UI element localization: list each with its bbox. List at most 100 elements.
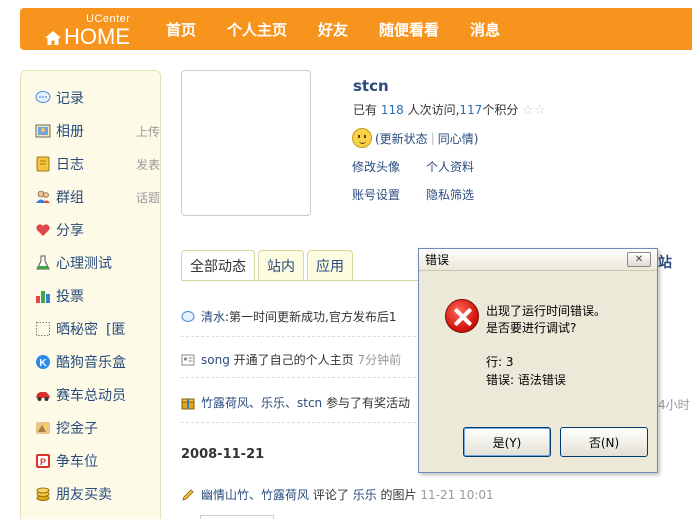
- avatar[interactable]: [181, 70, 311, 216]
- sidebar-sub-topics[interactable]: 话题: [136, 189, 160, 206]
- sidebar-item-label: 朋友买卖: [56, 487, 112, 503]
- sidebar-item-secrets[interactable]: 晒秘密 [匿: [35, 318, 125, 340]
- feed-item: 幽情山竹、竹露荷风 评论了 乐乐 的图片 11-21 10:01: [181, 486, 494, 503]
- nav-item-home[interactable]: 首页: [166, 19, 196, 40]
- feed-actor[interactable]: 幽情山竹、竹露荷风: [201, 486, 309, 503]
- tab-partial[interactable]: 站: [658, 252, 672, 272]
- points-count[interactable]: 117: [459, 103, 482, 117]
- no-button[interactable]: 否(N): [560, 427, 648, 457]
- tab-site[interactable]: 站内: [258, 250, 304, 280]
- dialog-title-bar: 错误 ✕: [419, 249, 657, 271]
- divider: [181, 336, 421, 337]
- dialog-line-number: 行: 3: [486, 355, 514, 369]
- nav-item-friends[interactable]: 好友: [318, 19, 348, 40]
- profile-username[interactable]: stcn: [353, 77, 389, 95]
- sidebar-item-label: 相册: [56, 124, 84, 140]
- id-card-icon: [181, 354, 195, 365]
- edit-avatar-link[interactable]: 修改头像: [352, 158, 400, 175]
- feed-text: :第一时间更新成功,官方发布后1: [225, 310, 397, 324]
- feed-actor[interactable]: song: [201, 353, 230, 367]
- feed-item: 清水 :第一时间更新成功,官方发布后1: [181, 308, 397, 325]
- parking-icon: P: [36, 454, 50, 468]
- points-suffix: 个积分: [482, 103, 519, 117]
- feed-text: 参与了有奖活动: [326, 396, 411, 410]
- privacy-filter-link[interactable]: 隐私筛选: [426, 186, 474, 203]
- nav-item-profile[interactable]: 个人主页: [227, 19, 287, 40]
- divider: [181, 377, 421, 378]
- pencil-icon: [182, 488, 194, 501]
- sidebar-item-blog[interactable]: 日志 发表: [35, 153, 160, 175]
- home-icon: [45, 31, 61, 45]
- feed-actor[interactable]: 竹露荷风、乐乐、stcn: [201, 394, 322, 411]
- music-icon: K: [36, 355, 50, 369]
- sidebar-item-label: 挖金子: [56, 421, 98, 437]
- feed-text: 的图片: [380, 488, 417, 502]
- sidebar-item-music[interactable]: K 酷狗音乐盒: [35, 351, 126, 373]
- visit-count[interactable]: 118: [381, 103, 404, 117]
- sidebar-sub-anon[interactable]: [匿: [106, 319, 125, 339]
- svg-text:K: K: [39, 358, 47, 369]
- sidebar-item-friend-trade[interactable]: 朋友买卖: [35, 483, 112, 505]
- smiley-icon[interactable]: [352, 128, 372, 148]
- tab-underline: [181, 280, 421, 281]
- coins-icon: [36, 487, 50, 501]
- sidebar-item-racing[interactable]: 赛车总动员: [35, 384, 126, 406]
- sidebar-sub-upload[interactable]: 上传: [136, 123, 160, 140]
- close-button[interactable]: ✕: [627, 252, 651, 267]
- sidebar-item-groups[interactable]: 群组 话题: [35, 186, 160, 208]
- sidebar-item-gold[interactable]: 挖金子: [35, 417, 98, 439]
- feed-item: 竹露荷风、乐乐、stcn 参与了有奖活动: [181, 394, 410, 411]
- date-header: 2008-11-21: [181, 447, 265, 462]
- sidebar-item-label: 心理测试: [56, 256, 112, 272]
- sidebar-item-label: 群组: [56, 190, 84, 206]
- top-nav-bar: UCenter HOME 首页 个人主页 好友 随便看看 消息: [20, 8, 692, 50]
- sidebar-item-parking[interactable]: P 争车位: [35, 450, 98, 472]
- yes-button[interactable]: 是(Y): [463, 427, 551, 457]
- sidebar-item-album[interactable]: 相册 上传: [35, 120, 160, 142]
- account-settings-link[interactable]: 账号设置: [352, 186, 400, 203]
- feed-item: song 开通了自己的个人主页 7分钟前: [181, 351, 401, 368]
- separator: |: [430, 131, 435, 145]
- dialog-title: 错误: [425, 253, 450, 267]
- feed-time: 11-21 10:01: [420, 487, 494, 502]
- same-mood-link[interactable]: 同心情): [438, 130, 479, 147]
- sidebar-item-records[interactable]: 记录: [35, 87, 84, 109]
- sidebar-item-poll[interactable]: 投票: [35, 285, 84, 307]
- feed-text: 开通了自己的个人主页: [233, 353, 354, 367]
- feed-actor[interactable]: 清水: [201, 308, 225, 325]
- stats-prefix: 已有: [353, 103, 378, 117]
- logo-home-text: HOME: [64, 24, 130, 49]
- error-icon: [445, 299, 479, 333]
- bar-chart-icon: [36, 291, 50, 303]
- error-dialog: 错误 ✕ 出现了运行时间错误。 是否要进行调试? 行: 3 错误: 语法错误 是…: [418, 248, 658, 473]
- update-status-link[interactable]: (更新状态: [375, 130, 428, 147]
- sidebar-item-label: 争车位: [56, 454, 98, 470]
- feed-tabs: 全部动态 站内 应用: [181, 248, 356, 280]
- dialog-error-type: 错误: 语法错误: [486, 373, 566, 387]
- tab-all-feed[interactable]: 全部动态: [181, 250, 255, 280]
- sidebar-item-label: 记录: [56, 91, 84, 107]
- profile-stats: 已有 118 人次访问,117个积分 ☆☆: [353, 101, 545, 118]
- sidebar-sub-publish[interactable]: 发表: [136, 156, 160, 173]
- star-icon: ☆: [522, 103, 534, 118]
- gold-icon: [36, 422, 50, 434]
- dialog-message-line2: 是否要进行调试?: [486, 321, 577, 335]
- nav-item-messages[interactable]: 消息: [470, 19, 500, 40]
- svg-text:P: P: [40, 457, 46, 467]
- feed-thumbnail[interactable]: [200, 515, 274, 519]
- tab-apps[interactable]: 应用: [307, 250, 353, 280]
- notebook-icon: [36, 156, 50, 172]
- profile-info-link[interactable]: 个人资料: [426, 158, 474, 175]
- photo-icon: [35, 124, 51, 138]
- sidebar-item-psych-test[interactable]: 心理测试: [35, 252, 112, 274]
- sidebar-item-label: 日志: [56, 157, 84, 173]
- gift-icon: [181, 398, 195, 409]
- feed-target[interactable]: 乐乐: [353, 486, 377, 503]
- sidebar-item-share[interactable]: 分享: [35, 219, 84, 241]
- visits-suffix: 人次访问,: [407, 103, 460, 117]
- dotted-box-icon: [36, 322, 50, 336]
- dialog-message-line1: 出现了运行时间错误。: [486, 304, 607, 318]
- close-icon: ✕: [634, 254, 644, 265]
- divider: [181, 422, 421, 423]
- nav-item-explore[interactable]: 随便看看: [379, 19, 439, 40]
